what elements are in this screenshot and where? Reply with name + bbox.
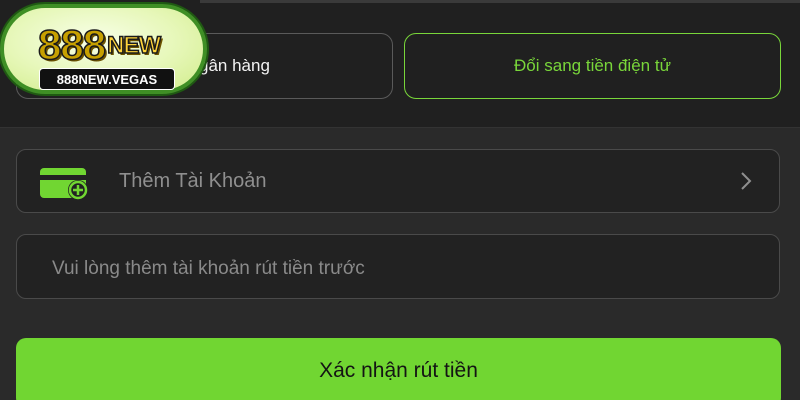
top-divider <box>200 0 800 3</box>
tab-crypto[interactable]: Đổi sang tiền điện tử <box>404 33 781 99</box>
brand-logo: 888NEW 888NEW.VEGAS <box>0 4 207 94</box>
logo-new-text: NEW <box>106 31 162 60</box>
wallet-add-icon <box>40 168 88 200</box>
account-hint-text: Vui lòng thêm tài khoản rút tiền trước <box>52 258 365 279</box>
add-account-label: Thêm Tài Khoản <box>119 170 267 192</box>
confirm-withdraw-button[interactable]: Xác nhận rút tiền <box>16 338 781 400</box>
logo-domain: 888NEW.VEGAS <box>39 68 175 90</box>
chevron-right-icon <box>741 172 752 190</box>
tab-crypto-label: Đổi sang tiền điện tử <box>514 56 671 75</box>
logo-wordmark: 888NEW <box>37 20 162 69</box>
confirm-withdraw-label: Xác nhận rút tiền <box>319 359 478 382</box>
add-account-row[interactable]: Thêm Tài Khoản <box>16 149 780 213</box>
logo-main-text: 888 <box>37 20 107 69</box>
tab-bank-label: gân hàng <box>199 56 270 75</box>
withdraw-page: gân hàng Đổi sang tiền điện tử 888NEW 88… <box>0 0 800 400</box>
account-hint-box: Vui lòng thêm tài khoản rút tiền trước <box>16 234 780 299</box>
